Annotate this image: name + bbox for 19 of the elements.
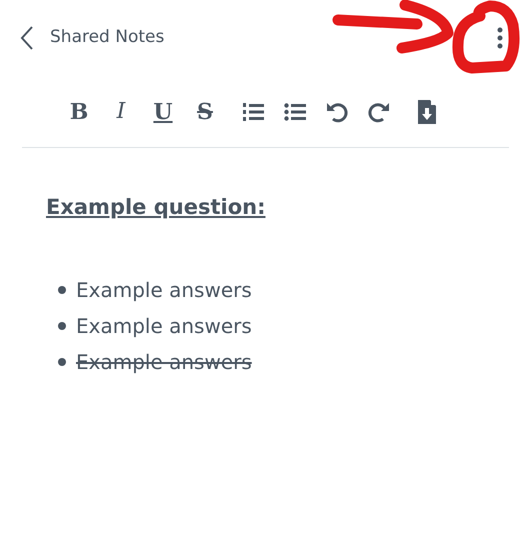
bullet-list-icon[interactable] (284, 102, 306, 122)
undo-icon[interactable] (326, 100, 348, 122)
bullet-icon (58, 286, 66, 294)
redo-icon[interactable] (368, 100, 390, 122)
strikethrough-button[interactable]: S (188, 94, 222, 128)
page-title: Shared Notes (50, 26, 164, 50)
underline-button[interactable]: U (146, 94, 180, 128)
more-icon[interactable] (497, 26, 503, 50)
bullet-icon (58, 358, 66, 366)
note-heading: Example question: (46, 194, 266, 221)
list-item: Example answers (76, 312, 252, 340)
file-download-icon[interactable] (418, 100, 436, 124)
bullet-icon (58, 322, 66, 330)
list-item: Example answers (76, 276, 252, 304)
struck-list-item: Example answers (76, 348, 252, 376)
back-icon[interactable] (20, 25, 34, 51)
bold-button[interactable]: B (62, 94, 96, 128)
ordered-list-icon[interactable] (242, 102, 264, 122)
italic-button[interactable]: I (104, 94, 138, 128)
